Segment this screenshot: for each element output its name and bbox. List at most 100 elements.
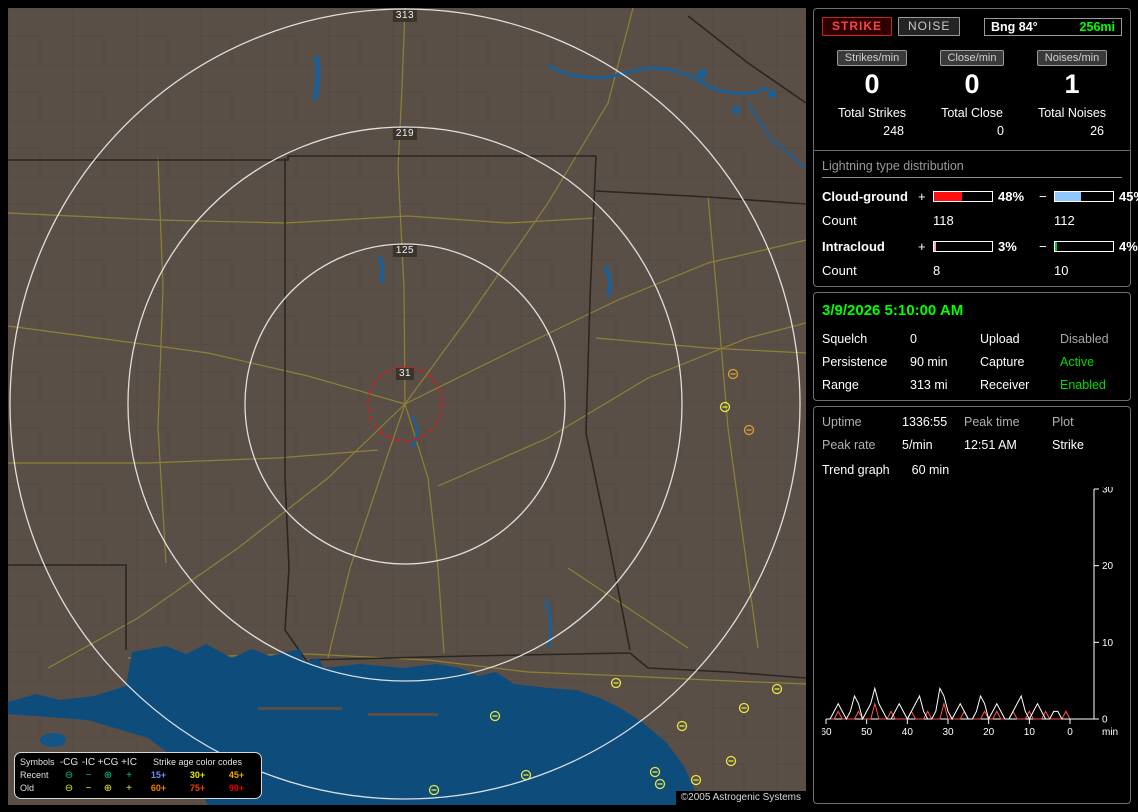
trend-graph-chart: 010203060 50 40 30 20 10 0 min <box>822 487 1118 738</box>
old-neg-cg-icon: ⊖ <box>64 783 74 794</box>
age-code-75: 75+ <box>189 783 206 793</box>
legend-col-+ic: +IC <box>121 757 137 768</box>
persistence-value: 90 min <box>910 355 948 369</box>
peak-time-label: Peak time <box>964 415 1020 429</box>
recent-pos-cg-icon: ⊕ <box>103 770 113 781</box>
plot-value: Strike <box>1052 438 1084 452</box>
legend-age-codes: Strike age color codes 15+ 30+ 45+ 60+ 7… <box>139 756 256 795</box>
noise-button[interactable]: NOISE <box>898 17 961 36</box>
age-code-30: 30+ <box>189 770 206 780</box>
ic-plus-pct: 3% <box>998 239 1017 254</box>
old-pos-ic-icon: + <box>126 783 132 794</box>
strikes-per-min-button[interactable]: Strikes/min <box>836 50 908 66</box>
trend-graph-label: Trend graph <box>822 463 890 477</box>
peak-time-value: 12:51 AM <box>964 438 1017 452</box>
lightning-map: 313 219 125 31 Symbols -CG -IC +CG +IC R… <box>8 8 806 805</box>
cg-plus-pct: 48% <box>998 189 1025 204</box>
age-code-45: 45+ <box>228 770 245 780</box>
bearing-range-value: 256mi <box>1079 19 1115 34</box>
noises-per-min-button[interactable]: Noises/min <box>1036 50 1108 66</box>
range-ring-label: 125 <box>392 245 418 257</box>
ic-minus-count: 10 <box>1054 263 1069 278</box>
range-value: 313 mi <box>910 378 948 392</box>
cg-plus-count: 118 <box>933 213 954 228</box>
uptime-label: Uptime <box>822 415 862 429</box>
copyright-text: ©2005 Astrogenic Systems <box>675 791 806 805</box>
bearing-display: Bng 84° 256mi <box>984 17 1122 36</box>
plot-label: Plot <box>1052 415 1074 429</box>
strike-button[interactable]: STRIKE <box>822 17 893 36</box>
total-close-value: 0 <box>997 124 1004 138</box>
nexstorm-window: 313 219 125 31 Symbols -CG -IC +CG +IC R… <box>0 0 1138 812</box>
upload-value: Disabled <box>1060 332 1109 346</box>
close-per-min-value: 0 <box>964 69 980 99</box>
map-legend: Symbols -CG -IC +CG +IC Recent ⊖ − ⊕ + O… <box>14 752 262 799</box>
cg-count-label: Count <box>822 213 857 228</box>
status-panel: STRIKE NOISE Bng 84° 256mi Strikes/min C… <box>813 8 1138 804</box>
legend-age-title: Strike age color codes <box>152 757 243 767</box>
svg-text:30: 30 <box>942 727 954 738</box>
range-ring-label: 31 <box>395 368 415 380</box>
legend-col--cg: -CG <box>59 757 79 768</box>
range-ring-label: 219 <box>392 128 418 140</box>
cg-minus-count: 112 <box>1054 213 1075 228</box>
capture-label: Capture <box>980 355 1025 369</box>
peak-rate-label: Peak rate <box>822 438 876 452</box>
squelch-value: 0 <box>910 332 917 346</box>
counters-box: STRIKE NOISE Bng 84° 256mi Strikes/min C… <box>813 8 1138 287</box>
cloud-ground-label: Cloud-ground <box>822 189 908 204</box>
capture-value: Active <box>1060 355 1095 369</box>
age-code-90: 90+ <box>228 783 245 793</box>
total-noises-label: Total Noises <box>1037 106 1107 120</box>
plus-sign: + <box>918 189 926 204</box>
recent-neg-cg-icon: ⊖ <box>64 770 74 781</box>
divider <box>814 150 1130 151</box>
svg-text:40: 40 <box>902 727 914 738</box>
ic-plus-count: 8 <box>933 263 941 278</box>
upload-label: Upload <box>980 332 1020 346</box>
range-ring-label: 313 <box>392 10 418 22</box>
age-code-15: 15+ <box>150 770 167 780</box>
ic-minus-pct: 4% <box>1119 239 1138 254</box>
close-per-min-button[interactable]: Close/min <box>939 50 1005 66</box>
ic-plus-bar <box>933 241 993 252</box>
svg-text:10: 10 <box>1024 727 1036 738</box>
cg-plus-bar <box>933 191 993 202</box>
minus-sign: − <box>1039 189 1047 204</box>
legend-row-old: Old <box>20 783 35 793</box>
total-noises-value: 26 <box>1090 124 1104 138</box>
uptime-value: 1336:55 <box>902 415 948 429</box>
bearing-value: Bng 84° <box>991 19 1038 34</box>
legend-symbols-table: Symbols -CG -IC +CG +IC Recent ⊖ − ⊕ + O… <box>20 756 139 795</box>
range-label: Range <box>822 378 859 392</box>
peak-rate-value: 5/min <box>902 438 933 452</box>
svg-text:50: 50 <box>861 727 873 738</box>
legend-col--ic: -IC <box>81 757 96 768</box>
cg-minus-pct: 45% <box>1119 189 1138 204</box>
cg-minus-bar <box>1054 191 1114 202</box>
svg-text:10: 10 <box>1102 638 1114 649</box>
legend-col-+cg: +CG <box>97 757 119 768</box>
svg-text:20: 20 <box>983 727 995 738</box>
plus-sign: + <box>918 239 926 254</box>
svg-text:30: 30 <box>1102 487 1114 496</box>
legend-symbols-header: Symbols <box>20 757 55 767</box>
receiver-value: Enabled <box>1060 378 1106 392</box>
receiver-status-box: 3/9/2026 5:10:00 AM Squelch 0 Upload Dis… <box>813 292 1131 401</box>
age-code-60: 60+ <box>150 783 167 793</box>
total-strikes-value: 248 <box>883 124 904 138</box>
noises-per-min-value: 1 <box>1064 69 1080 99</box>
datetime-display: 3/9/2026 5:10:00 AM <box>822 302 964 319</box>
old-pos-cg-icon: ⊕ <box>103 783 113 794</box>
svg-text:60: 60 <box>822 727 832 738</box>
distribution-title: Lightning type distribution <box>822 159 1122 178</box>
receiver-label: Receiver <box>980 378 1030 392</box>
recent-pos-ic-icon: + <box>126 770 132 781</box>
svg-text:0: 0 <box>1067 727 1073 738</box>
ic-minus-bar <box>1054 241 1114 252</box>
total-close-label: Total Close <box>941 106 1003 120</box>
old-neg-ic-icon: − <box>85 783 92 794</box>
trend-box: Uptime 1336:55 Peak time Plot Peak rate … <box>813 406 1131 804</box>
trend-graph-value: 60 min <box>911 463 950 477</box>
recent-neg-ic-icon: − <box>85 770 92 781</box>
